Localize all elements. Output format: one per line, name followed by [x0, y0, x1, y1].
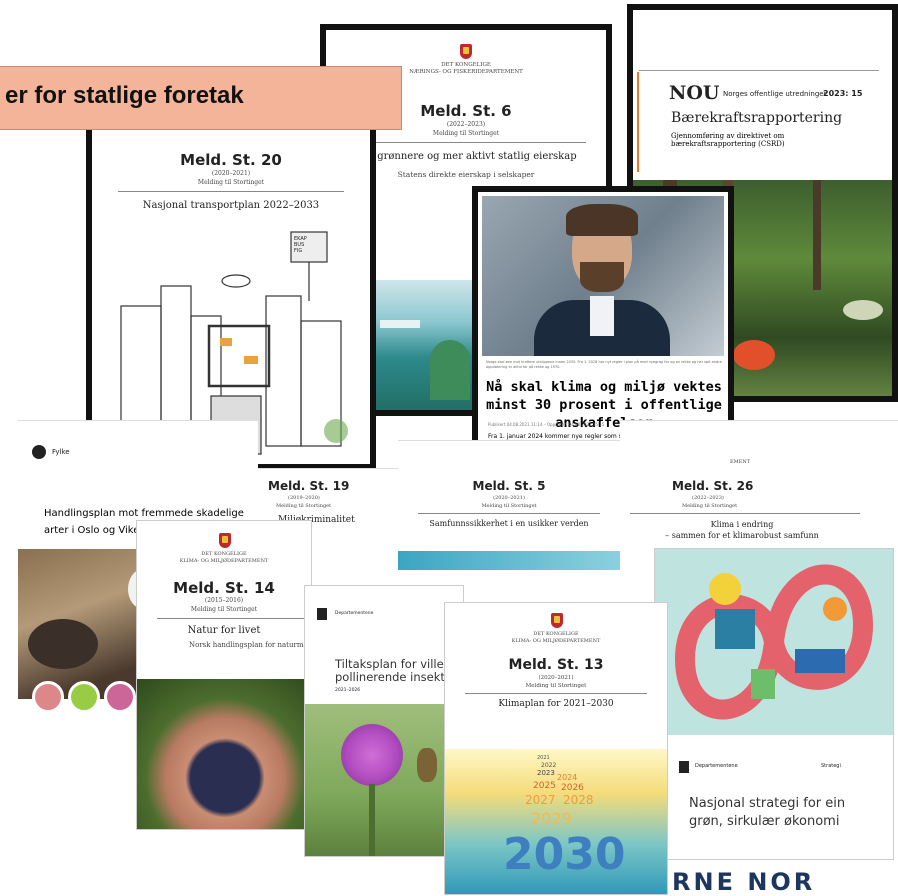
- ms26-dept-fragment: EMENT: [730, 459, 751, 465]
- meld-st-14-cover: DET KONGELIGE KLIMA- OG MILJØDEPARTEMENT…: [136, 520, 312, 830]
- circular-economy-illustration: [655, 549, 893, 735]
- person-photo: [482, 196, 724, 356]
- sirk-title: Nasjonal strategi for ein grøn, sirkulær…: [689, 796, 846, 829]
- ms26-title: Meld. St. 26: [672, 479, 754, 493]
- year-2028: 2028: [563, 793, 594, 807]
- banner-text: er for statlige foretak: [5, 82, 244, 109]
- coat-of-arms-icon: [460, 44, 472, 59]
- ms26-heading: Klima i endring – sammen for et klimarob…: [665, 520, 819, 540]
- pollinator-plan-cover: Departementene Tiltaksplan for ville pol…: [304, 585, 464, 857]
- ms5-heading: Samfunnssikkerhet i en usikker verden: [429, 519, 589, 528]
- year-2025: 2025: [533, 781, 556, 791]
- ms14-subheading: Norsk handlingsplan for naturmangfold: [189, 641, 311, 649]
- ms13-sub: Melding til Stortinget: [525, 683, 587, 689]
- sirk-type: Strategi: [821, 763, 841, 769]
- ms13-title: Meld. St. 13: [508, 657, 604, 673]
- year-2026: 2026: [561, 783, 584, 793]
- ms13-years: (2020–2021): [538, 675, 574, 681]
- ms5-title: Meld. St. 5: [472, 479, 546, 493]
- ms20-title: Meld. St. 20: [180, 151, 282, 169]
- coat-of-arms-icon: [551, 613, 563, 628]
- nou-title: Bærekraftsrapportering: [671, 110, 843, 126]
- nou-subtitle: Gjennomføring av direktivet om bærekraft…: [671, 132, 785, 148]
- news-caption: Norge skal øve mot kraftere utslippene i…: [486, 360, 722, 369]
- nou-series: Norges offentlige utredninger: [723, 90, 827, 98]
- year-2022: 2022: [541, 762, 557, 769]
- coat-of-arms-icon: [219, 533, 231, 548]
- ms13-dept: DET KONGELIGE KLIMA- OG MILJØDEPARTEMENT: [511, 631, 601, 644]
- ms14-dept: DET KONGELIGE KLIMA- OG MILJØDEPARTEMENT: [179, 551, 269, 564]
- ms6-heading: t grønnere og mer aktivt statlig eierska…: [370, 151, 577, 162]
- footer-logo-fragment: RNE NOR: [672, 868, 816, 896]
- ms19-years: (2019–2020): [288, 495, 320, 501]
- ms14-sub: Melding til Stortinget: [190, 606, 258, 613]
- ms20-years: (2020–2021): [211, 170, 251, 177]
- blueberry-hands-photo: [137, 679, 311, 829]
- ms13-heading: Klimaplan for 2021–2030: [498, 699, 614, 709]
- year-2024: 2024: [557, 773, 578, 782]
- meld-st-20-cover: Meld. St. 20 (2020–2021) Melding til Sto…: [86, 90, 376, 470]
- nou-number: 2023: 15: [823, 89, 863, 98]
- ms20-sign-text: EKAP BUS FIG: [294, 236, 307, 254]
- ms20-sub: Melding til Stortinget: [197, 179, 265, 186]
- year-2023: 2023: [537, 769, 555, 777]
- news-meta: Publisert 04.08.2021 11:14 – Oppdatert 0…: [488, 422, 605, 427]
- year-stairs-illustration: 2021 2022 2023 2024 2025 2026 2027 2028 …: [445, 749, 667, 894]
- ms20-heading: Nasjonal transportplan 2022–2033: [142, 200, 320, 211]
- ms14-heading: Natur for livet: [187, 625, 261, 636]
- ms26-years: (2022–2023): [692, 495, 724, 501]
- pollin-dept: Departementene: [335, 611, 374, 616]
- meld-st-5-cover: Meld. St. 5 (2020–2021) Melding til Stor…: [398, 440, 620, 570]
- year-2021: 2021: [537, 755, 550, 761]
- pollin-years: 2021–2026: [335, 688, 361, 693]
- ms14-title: Meld. St. 14: [173, 579, 275, 597]
- ms5-years: (2020–2021): [493, 495, 525, 501]
- year-2029: 2029: [531, 809, 572, 828]
- ms14-years: (2015–2016): [204, 597, 244, 604]
- meld-st-26-cover: EMENT Meld. St. 26 (2022–2023) Melding t…: [620, 420, 898, 560]
- ms26-sub: Melding til Stortinget: [682, 503, 738, 509]
- year-2030: 2030: [503, 829, 626, 880]
- thistle-photo: [305, 704, 463, 856]
- sirk-dept: Departementene: [695, 763, 738, 769]
- meld-st-13-cover: DET KONGELIGE KLIMA- OG MILJØDEPARTEMENT…: [444, 602, 668, 895]
- nou-logo: NOU: [669, 82, 720, 104]
- harbour-illustration: [370, 280, 480, 410]
- year-2027: 2027: [525, 793, 556, 807]
- ms19-title: Meld. St. 19: [268, 479, 350, 493]
- sirkular-strategi-cover: Departementene Strategi Nasjonal strateg…: [654, 548, 894, 860]
- ms19-sub: Melding til Stortinget: [276, 503, 332, 509]
- title-banner: er for statlige foretak: [0, 66, 402, 130]
- ms5-sub: Melding til Stortinget: [481, 503, 537, 509]
- fylke-org: Fylke: [52, 448, 70, 456]
